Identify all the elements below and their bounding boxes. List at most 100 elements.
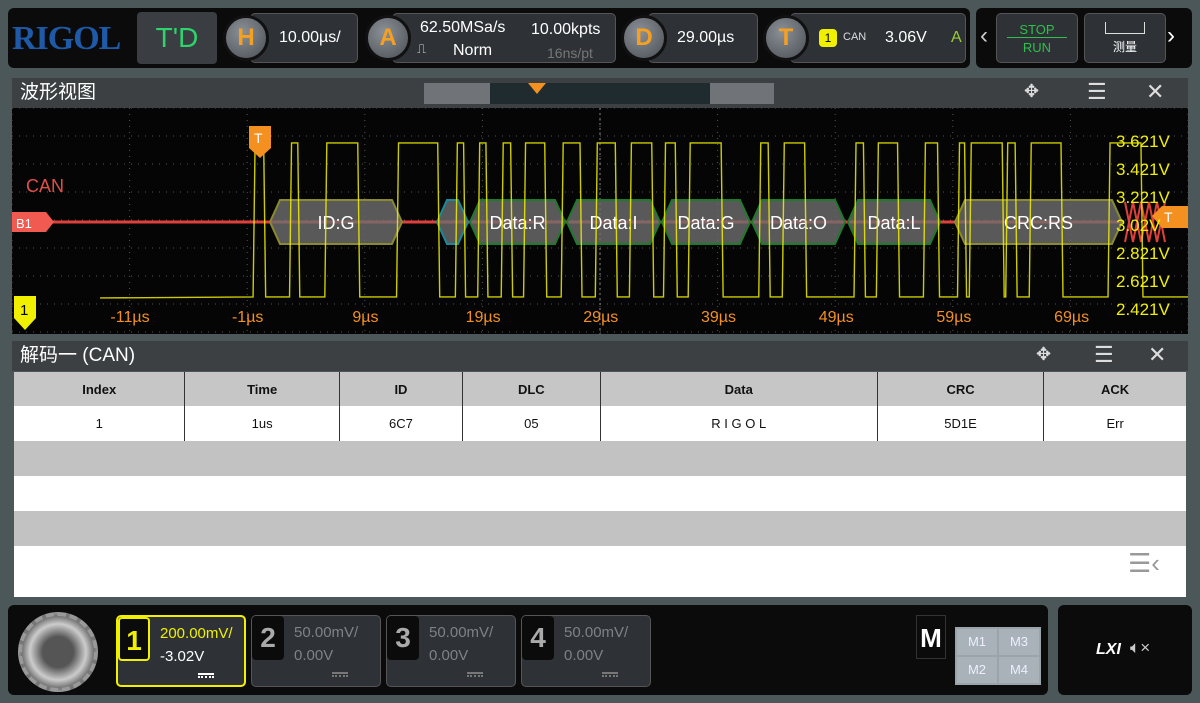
trigger-sweep: A <box>951 29 962 46</box>
time-tick-label: 39µs <box>701 309 736 326</box>
dc-coupling-icon <box>602 672 618 677</box>
channel-2-button[interactable]: 2 50.00mV/ 0.00V <box>251 615 381 687</box>
table-row[interactable]: 1 1us 6C7 05 R I G O L 5D1E Err <box>14 406 1186 441</box>
trigger-level-label: T <box>1164 209 1173 225</box>
measure-label: 测量 <box>1112 40 1137 54</box>
delay-value: 29.00µs <box>677 29 735 46</box>
table-cell <box>339 476 462 511</box>
acq-mode: Norm <box>453 42 493 59</box>
table-cell <box>185 441 339 476</box>
touch-move-icon[interactable]: ✥ <box>1036 344 1051 365</box>
table-cell <box>339 546 462 581</box>
menu-icon[interactable]: ☰ <box>1094 342 1114 368</box>
volt-tick-label: 3.421V <box>1116 160 1171 179</box>
time-per-point: 16ns/pt <box>547 45 593 61</box>
time-tick-label: 69µs <box>1054 309 1089 326</box>
table-cell <box>600 476 877 511</box>
channel-scale: 50.00mV/ <box>294 624 359 641</box>
collapse-list-icon[interactable]: ☰‹ <box>1128 548 1160 579</box>
math-m3[interactable]: M3 <box>999 629 1039 655</box>
trigger-source-badge: 1 <box>819 29 837 47</box>
waveform-overview-scrollbar[interactable] <box>424 83 774 104</box>
trigger-knob[interactable]: T <box>763 15 809 61</box>
stop-run-button[interactable]: STOP RUN <box>996 13 1078 63</box>
close-icon[interactable]: ✕ <box>1148 342 1166 368</box>
decode-segment-label: Data:L <box>867 213 920 233</box>
column-header[interactable]: ACK <box>1043 372 1186 406</box>
channel-number: 3 <box>387 616 419 660</box>
table-cell: 05 <box>462 406 601 441</box>
stop-label: STOP <box>1007 22 1067 38</box>
chevron-right-icon[interactable]: › <box>1167 22 1175 50</box>
close-icon[interactable]: ✕ <box>1146 79 1164 105</box>
table-cell: 5D1E <box>877 406 1045 441</box>
table-cell: 6C7 <box>339 406 464 441</box>
table-row[interactable] <box>14 546 1186 581</box>
trigger-position-marker <box>528 83 546 94</box>
decode-segment-label: Data:R <box>489 213 545 233</box>
table-cell <box>463 546 600 581</box>
acquisition-box[interactable]: 62.50MSa/s 10.00kpts ⎍ Norm 16ns/pt <box>392 13 616 63</box>
channel-offset: 0.00V <box>564 647 604 664</box>
measure-button[interactable]: 测量 <box>1084 13 1166 63</box>
time-tick-label: 59µs <box>936 309 971 326</box>
table-cell <box>600 546 877 581</box>
column-header[interactable]: DLC <box>462 372 601 406</box>
pulse-icon: ⎍ <box>417 41 427 56</box>
table-cell <box>185 511 339 546</box>
table-cell <box>463 511 600 546</box>
dc-coupling-icon <box>467 672 483 677</box>
decode-segment-label: Data:O <box>770 213 827 233</box>
table-row[interactable] <box>14 511 1186 546</box>
horizontal-knob[interactable]: H <box>223 15 269 61</box>
bus-name: B1 <box>16 216 32 231</box>
table-cell <box>877 546 1043 581</box>
home-gear-icon[interactable] <box>18 612 98 692</box>
column-header[interactable]: Time <box>184 372 340 406</box>
volt-tick-label: 3.221V <box>1116 188 1171 207</box>
math-m2[interactable]: M2 <box>957 657 997 683</box>
time-tick-label: 9µs <box>352 309 378 326</box>
volt-tick-label: 2.421V <box>1116 300 1171 319</box>
volt-tick-label: 2.621V <box>1116 272 1171 291</box>
decode-title: 解码一 (CAN) <box>20 345 136 366</box>
speaker-muted-icon[interactable]: 🔈︎× <box>1130 638 1150 658</box>
decode-segment-label: ID:G <box>317 213 354 233</box>
volt-tick-label: 3.621V <box>1116 132 1171 151</box>
dc-coupling-icon <box>198 673 214 678</box>
column-header[interactable]: CRC <box>877 372 1045 406</box>
channel-1-button[interactable]: 1 200.00mV/ -3.02V <box>116 615 246 687</box>
column-header[interactable]: Index <box>14 372 186 406</box>
math-m4[interactable]: M4 <box>999 657 1039 683</box>
trigger-type: CAN <box>843 31 867 43</box>
channel-4-button[interactable]: 4 50.00mV/ 0.00V <box>521 615 651 687</box>
time-tick-label: 49µs <box>819 309 854 326</box>
delay-knob[interactable]: D <box>621 15 667 61</box>
bus-label: CAN <box>26 176 64 196</box>
trigger-mode-indicator[interactable]: T'D <box>137 12 217 64</box>
trigger-box[interactable]: 1 CAN 3.06V A <box>790 13 966 63</box>
touch-move-icon[interactable]: ✥ <box>1024 81 1039 102</box>
channel-3-button[interactable]: 3 50.00mV/ 0.00V <box>386 615 516 687</box>
column-header[interactable]: Data <box>600 372 878 406</box>
channel-scale: 200.00mV/ <box>160 625 233 642</box>
table-row[interactable] <box>14 476 1186 511</box>
acquire-knob[interactable]: A <box>365 15 411 61</box>
column-header[interactable]: ID <box>339 372 464 406</box>
table-cell <box>339 511 462 546</box>
math-button[interactable]: M <box>916 615 946 659</box>
table-cell: Err <box>1106 416 1124 431</box>
table-cell <box>463 476 600 511</box>
math-m1[interactable]: M1 <box>957 629 997 655</box>
timebase-value: 10.00µs/ <box>279 29 341 46</box>
trigger-time-label: T <box>254 130 263 146</box>
channel-number: 2 <box>252 616 284 660</box>
table-row[interactable] <box>14 441 1186 476</box>
chevron-left-icon[interactable]: ‹ <box>980 22 988 50</box>
waveform-title: 波形视图 <box>20 82 97 103</box>
ruler-icon <box>1105 22 1145 34</box>
lxi-icon[interactable]: LXI <box>1096 641 1121 659</box>
menu-icon[interactable]: ☰ <box>1087 79 1107 105</box>
decode-table: Index Time ID DLC Data CRC ACK 1 1us 6C7 05 R I G … <box>14 372 1186 581</box>
table-cell <box>600 441 877 476</box>
